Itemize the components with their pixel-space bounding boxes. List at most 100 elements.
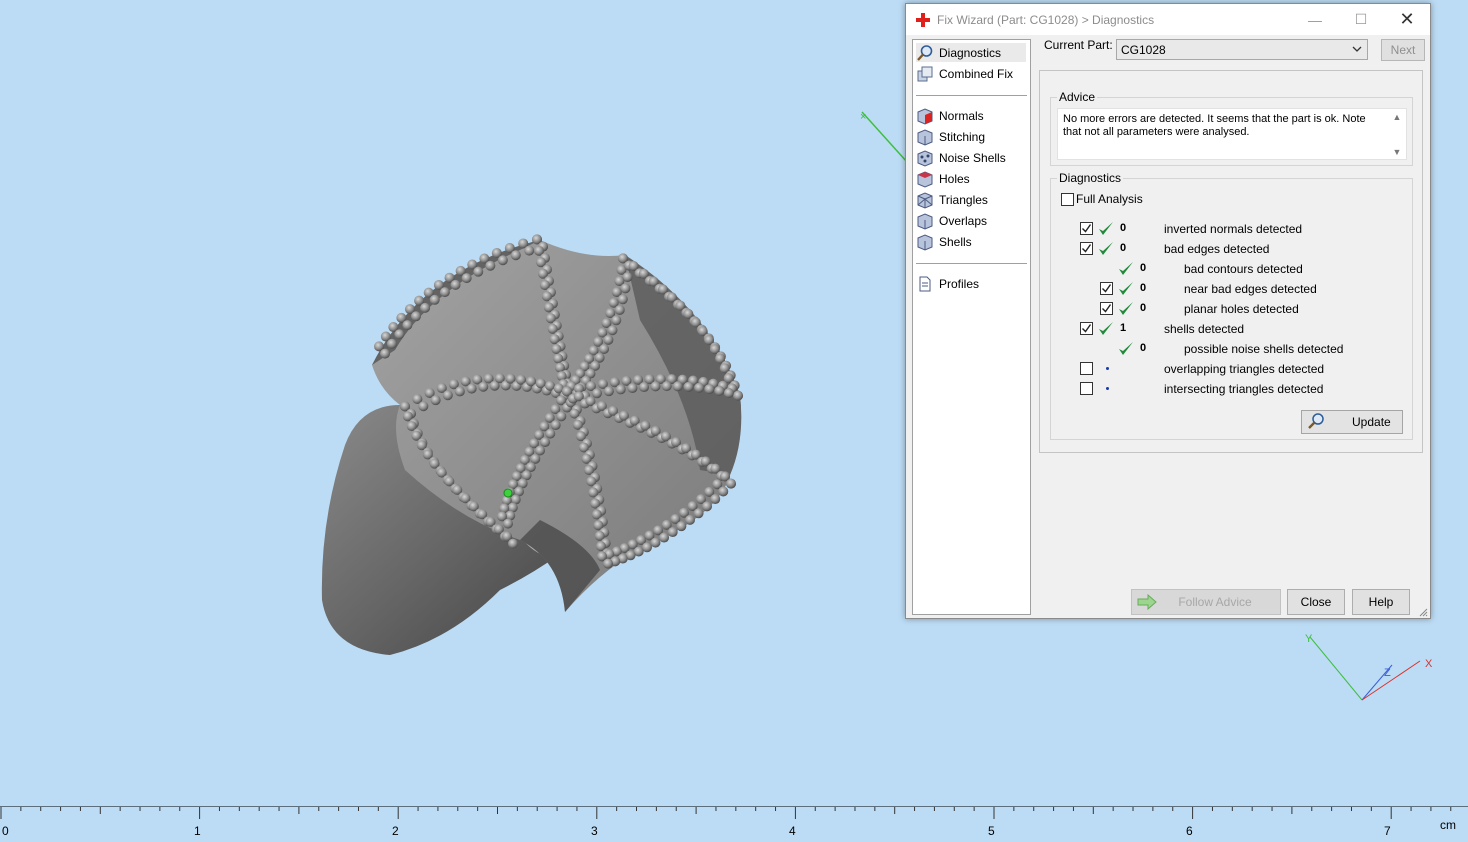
- bead: [650, 381, 661, 392]
- ring-model[interactable]: [321, 234, 743, 655]
- close-window-button[interactable]: ✕: [1384, 4, 1430, 35]
- advice-textbox[interactable]: No more errors are detected. It seems th…: [1057, 108, 1407, 160]
- arrow-right-icon: [1136, 593, 1158, 613]
- nav-item-normals[interactable]: Normals: [916, 106, 984, 125]
- full-analysis-label: Full Analysis: [1076, 192, 1143, 206]
- bead: [599, 343, 610, 354]
- nav-item-label: Holes: [939, 171, 970, 186]
- title-bar[interactable]: Fix Wizard (Part: CG1028) > Diagnostics …: [906, 4, 1430, 35]
- stitching-cube-icon: [916, 128, 934, 146]
- diagnostic-row-checkbox[interactable]: [1080, 322, 1093, 335]
- bead: [473, 266, 484, 277]
- update-button[interactable]: Update: [1301, 410, 1403, 434]
- bead: [454, 386, 465, 397]
- ruler-label-2: 2: [392, 824, 399, 838]
- check-mark-icon: [1118, 281, 1134, 297]
- nav-item-noise-shells[interactable]: Noise Shells: [916, 148, 1006, 167]
- diagnostic-row-checkbox[interactable]: [1080, 382, 1093, 395]
- overlaps-cube-icon: [916, 212, 934, 230]
- check-mark-icon: [1118, 341, 1134, 357]
- axis-x-line: [861, 111, 908, 163]
- bead: [659, 532, 670, 543]
- diagnostic-count: 0: [1140, 262, 1147, 274]
- bead: [676, 521, 687, 532]
- bead: [611, 315, 622, 326]
- bead: [726, 478, 736, 489]
- nav-item-label: Normals: [939, 108, 984, 123]
- scroll-down-icon[interactable]: ▼: [1390, 146, 1404, 159]
- nav-item-label: Triangles: [939, 192, 988, 207]
- bead: [614, 304, 625, 315]
- diagnostic-row-label: planar holes detected: [1184, 302, 1299, 316]
- diagnostic-count: 1: [1120, 322, 1127, 334]
- bead: [603, 558, 613, 569]
- diagnostics-group-label: Diagnostics: [1057, 171, 1124, 185]
- nav-item-profiles[interactable]: Profiles: [916, 274, 979, 293]
- scroll-up-icon[interactable]: ▲: [1390, 111, 1404, 124]
- nav-item-shells[interactable]: Shells: [916, 232, 972, 251]
- update-label: Update: [1352, 415, 1391, 429]
- diagnostic-row-checkbox[interactable]: [1080, 242, 1093, 255]
- bead: [450, 279, 461, 290]
- bead: [461, 273, 472, 284]
- bead: [667, 527, 678, 538]
- resize-grip-icon[interactable]: [1418, 606, 1428, 617]
- advice-scrollbar[interactable]: ▲ ▼: [1390, 111, 1404, 157]
- bead: [661, 381, 672, 392]
- check-mark-icon: [1098, 221, 1114, 237]
- current-part-label: Current Part:: [1044, 38, 1113, 52]
- bead: [485, 260, 496, 271]
- shells-cube-icon: [916, 233, 934, 251]
- ruler-label-6: 6: [1186, 824, 1193, 838]
- follow-advice-button[interactable]: Follow Advice: [1131, 589, 1281, 615]
- bead: [693, 508, 704, 519]
- diagnostic-row-checkbox[interactable]: [1080, 222, 1093, 235]
- full-analysis-checkbox[interactable]: [1061, 193, 1074, 206]
- minimize-button[interactable]: —: [1292, 4, 1338, 35]
- ruler-label-0: 0: [2, 824, 9, 838]
- nav-item-holes[interactable]: Holes: [916, 169, 970, 188]
- bead: [714, 385, 725, 396]
- bead: [723, 388, 734, 399]
- nav-item-label: Overlaps: [939, 213, 988, 228]
- bead: [429, 294, 440, 305]
- help-button[interactable]: Help: [1352, 589, 1410, 615]
- bead: [510, 250, 521, 261]
- bead: [603, 334, 614, 345]
- bead: [710, 494, 721, 505]
- bead: [439, 287, 450, 298]
- nav-item-label: Shells: [939, 234, 972, 249]
- diagnostic-row-checkbox[interactable]: [1080, 362, 1093, 375]
- bead: [550, 420, 561, 431]
- unknown-status-dot: [1106, 387, 1109, 390]
- axis-z-label: Z: [1384, 667, 1391, 679]
- magnifier-icon: [916, 44, 934, 62]
- nav-item-combined-fix[interactable]: Combined Fix: [916, 64, 1013, 83]
- diagnostic-row-label: shells detected: [1164, 322, 1245, 336]
- nav-item-diagnostics[interactable]: Diagnostics: [916, 43, 1026, 62]
- diagnostic-count: 0: [1140, 302, 1147, 314]
- axis-x-marker: ×: [860, 111, 866, 123]
- normals-cube-icon: [916, 107, 934, 125]
- ruler-unit: cm: [1440, 818, 1456, 832]
- maximize-button[interactable]: ☐: [1338, 4, 1384, 35]
- nav-item-triangles[interactable]: Triangles: [916, 190, 988, 209]
- bead: [430, 395, 441, 406]
- current-part-select[interactable]: CG1028: [1116, 39, 1368, 60]
- axis-y-label: Y: [1305, 633, 1313, 645]
- axis-gizmo: Y Z X: [1305, 633, 1433, 701]
- ruler-label-1: 1: [194, 824, 201, 838]
- bead: [540, 437, 551, 448]
- diagnostic-row-checkbox[interactable]: [1100, 282, 1113, 295]
- bead: [503, 518, 513, 529]
- diagnostic-row-label: near bad edges detected: [1184, 282, 1317, 296]
- nav-item-stitching[interactable]: Stitching: [916, 127, 985, 146]
- diagnostic-row-checkbox[interactable]: [1100, 302, 1113, 315]
- fix-wizard-dialog: Fix Wizard (Part: CG1028) > Diagnostics …: [905, 3, 1431, 619]
- close-button[interactable]: Close: [1287, 589, 1345, 615]
- diagnostic-row-label: possible noise shells detected: [1184, 342, 1344, 356]
- nav-item-overlaps[interactable]: Overlaps: [916, 211, 987, 230]
- next-button[interactable]: Next: [1381, 39, 1425, 61]
- advice-group: Advice No more errors are detected. It s…: [1050, 90, 1413, 166]
- bead: [524, 245, 535, 256]
